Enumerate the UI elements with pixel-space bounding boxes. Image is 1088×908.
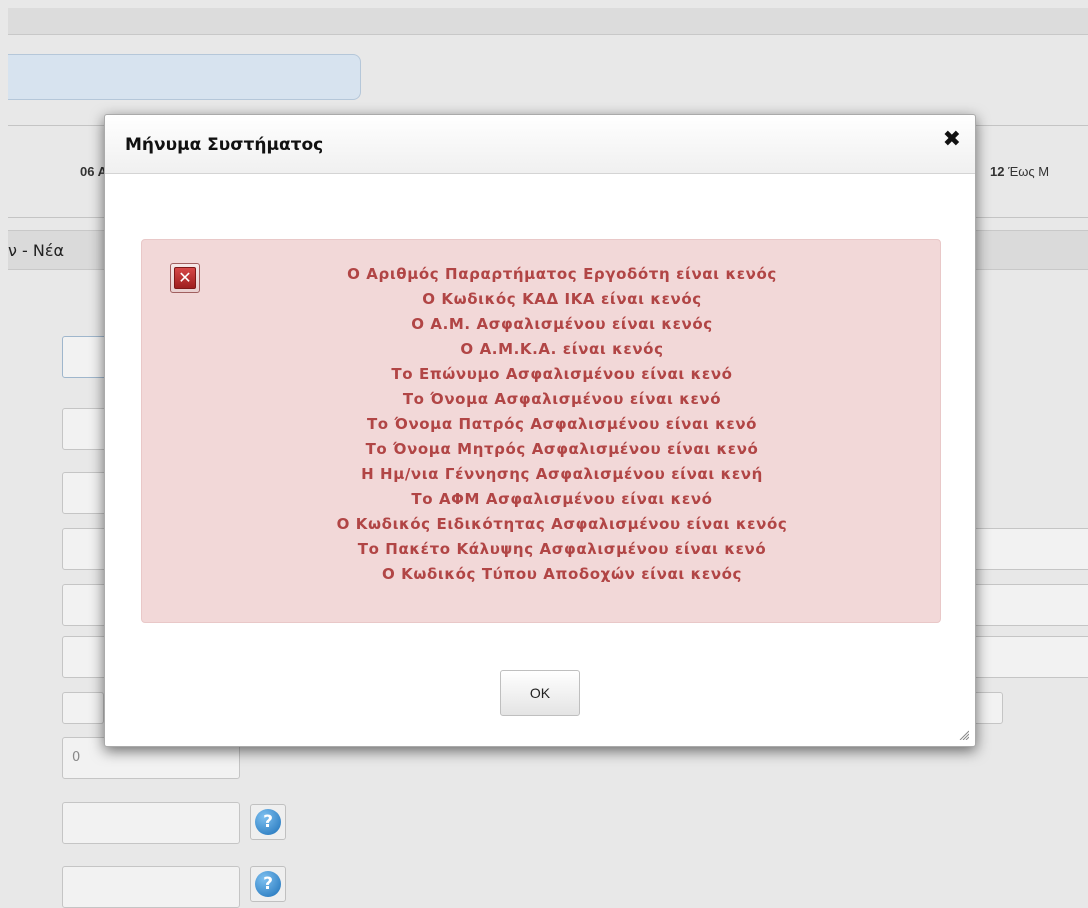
error-message: Το ΑΦΜ Ασφαλισμένου είναι κενό	[411, 490, 713, 508]
error-message-box: ✕ Ο Αριθμός Παραρτήματος Εργοδότη είναι …	[141, 239, 941, 623]
error-message: Ο Κωδικός Ειδικότητας Ασφαλισμένου είναι…	[336, 515, 788, 533]
help-icon: ?	[255, 809, 281, 835]
error-message: Η Ημ/νια Γέννησης Ασφαλισμένου είναι κεν…	[361, 465, 763, 483]
ok-button[interactable]: OK	[500, 670, 580, 716]
error-message: Ο Κωδικός ΚΑΔ ΙΚΑ είναι κενός	[422, 290, 702, 308]
form-field[interactable]	[975, 528, 1088, 570]
dialog-title: Μήνυμα Συστήματος	[125, 135, 324, 155]
error-message: Το Όνομα Μητρός Ασφαλισμένου είναι κενό	[365, 440, 759, 458]
form-field[interactable]	[62, 692, 104, 724]
error-message: Ο Α.Μ.Κ.Α. είναι κενός	[460, 340, 664, 358]
period-label-start: 06 Α	[80, 164, 107, 179]
top-bar	[8, 8, 1088, 35]
resize-grip-icon[interactable]	[959, 730, 969, 740]
form-field[interactable]	[975, 636, 1088, 678]
x-box-icon: ✕	[170, 263, 200, 293]
help-button[interactable]: ?	[250, 866, 286, 902]
error-list: Ο Αριθμός Παραρτήματος Εργοδότη είναι κε…	[212, 262, 912, 587]
period-label-end: 12 Έως Μ	[990, 164, 1050, 179]
form-field[interactable]	[975, 584, 1088, 626]
error-message: Ο Αριθμός Παραρτήματος Εργοδότη είναι κε…	[347, 265, 777, 283]
system-message-dialog: Μήνυμα Συστήματος ✖ ✕ Ο Αριθμός Παραρτήμ…	[104, 114, 976, 747]
dialog-header: Μήνυμα Συστήματος ✖	[105, 115, 975, 174]
help-button[interactable]: ?	[250, 804, 286, 840]
error-message: Το Πακέτο Κάλυψης Ασφαλισμένου είναι κεν…	[357, 540, 767, 558]
error-message: Το Όνομα Πατρός Ασφαλισμένου είναι κενό	[366, 415, 758, 433]
help-icon: ?	[255, 871, 281, 897]
error-message: Το Επώνυμο Ασφαλισμένου είναι κενό	[391, 365, 733, 383]
error-message: Το Όνομα Ασφαλισμένου είναι κενό	[402, 390, 722, 408]
search-input[interactable]	[8, 54, 361, 100]
form-field[interactable]	[62, 802, 240, 844]
error-message: Ο Α.Μ. Ασφαλισμένου είναι κενός	[411, 315, 713, 333]
error-message: Ο Κωδικός Τύπου Αποδοχών είναι κενός	[381, 565, 743, 583]
close-icon[interactable]: ✖	[943, 129, 961, 151]
section-title: ν - Νέα	[8, 241, 65, 260]
form-field[interactable]	[62, 866, 240, 908]
